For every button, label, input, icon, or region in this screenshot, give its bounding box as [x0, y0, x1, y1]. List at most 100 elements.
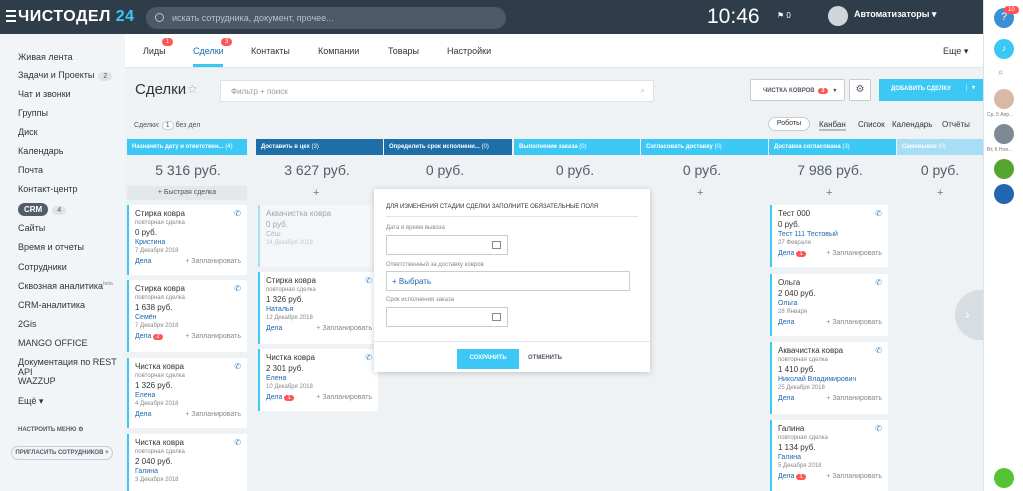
field-label: Ответственный за доставку ковров: [386, 262, 484, 268]
responsible-select[interactable]: + Выбрать: [386, 271, 630, 291]
deadline-input[interactable]: [386, 307, 508, 327]
calendar-icon[interactable]: [492, 313, 501, 321]
column-header[interactable]: Согласовать доставку (0): [641, 139, 768, 155]
tab-companies[interactable]: Компании: [318, 46, 359, 56]
scroll-right-button[interactable]: ›: [955, 290, 983, 340]
avatar[interactable]: [994, 89, 1014, 109]
invite-button[interactable]: ПРИГЛАСИТЬ СОТРУДНИКОВ +: [11, 446, 113, 460]
deal-card[interactable]: ✆ Стирка ковра повторная сделка 1 326 руб…: [258, 272, 378, 344]
main-area: Лиды 1 Сделки 3 Контакты Компании Товары…: [125, 34, 983, 491]
sidebar-item-rest-docs[interactable]: Документация по REST API: [18, 357, 125, 377]
view-reports[interactable]: Отчёты: [942, 120, 970, 129]
logo[interactable]: ЧИСТОДЕЛ 24: [18, 8, 135, 26]
add-deal-plus[interactable]: +: [313, 187, 319, 199]
column-sum: 0 руб.: [555, 162, 595, 178]
phone-icon[interactable]: ✆: [875, 278, 882, 287]
sidebar-item-groups[interactable]: Группы: [18, 108, 48, 118]
view-list[interactable]: Список: [858, 120, 885, 129]
tab-contacts[interactable]: Контакты: [251, 46, 290, 56]
quick-deal-button[interactable]: + Быстрая сделка: [127, 186, 247, 200]
user-menu[interactable]: Автоматизаторы ▾: [828, 6, 936, 26]
avatar[interactable]: [994, 124, 1014, 144]
deal-card[interactable]: ✆ Чистка ковра повторная сделка 1 326 руб…: [127, 358, 247, 428]
column-header[interactable]: Определить срок исполнени... (0): [384, 139, 512, 155]
column-header[interactable]: Выполнение заказа (0): [514, 139, 640, 155]
column-header[interactable]: Доставка согласована (3): [769, 139, 896, 155]
phone-icon[interactable]: ✆: [365, 353, 372, 362]
phone-icon[interactable]: ✆: [875, 346, 882, 355]
sidebar-item-mango[interactable]: MANGO OFFICE: [18, 338, 88, 348]
search-icon[interactable]: ⌕: [998, 67, 1004, 78]
sidebar-item-time[interactable]: Время и отчеты: [18, 242, 84, 252]
sidebar-item-more[interactable]: Ещё ▾: [18, 396, 43, 407]
filter-input[interactable]: Фильтр + поиск ⌕: [220, 80, 654, 102]
tab-more[interactable]: Еще ▾: [943, 46, 968, 57]
sidebar-item-sites[interactable]: Сайты: [18, 223, 45, 233]
sidebar-item-2gis[interactable]: 2Gis: [18, 319, 37, 329]
field-label: Дата и время вывоза: [386, 225, 445, 231]
deal-card[interactable]: ✆ Стирка ковра повторная сделка 1 638 руб…: [127, 280, 247, 352]
bell-icon[interactable]: ♪: [994, 39, 1014, 59]
sidebar-item-calendar[interactable]: Календарь: [18, 146, 63, 156]
menu-icon[interactable]: [6, 10, 16, 22]
add-deal-plus[interactable]: +: [697, 187, 703, 199]
sidebar-item-crm-analytics[interactable]: CRM-аналитика: [18, 300, 85, 310]
sidebar-item-wazzup[interactable]: WAZZUP: [18, 376, 56, 386]
phone-icon[interactable]: ✆: [234, 209, 241, 218]
add-deal-plus[interactable]: +: [937, 187, 943, 199]
cancel-button[interactable]: ОТМЕНИТЬ: [528, 355, 562, 361]
sidebar-item-mail[interactable]: Почта: [18, 165, 43, 175]
phone-icon[interactable]: ✆: [365, 276, 372, 285]
flag-icon[interactable]: ⚑ 0: [777, 11, 791, 20]
add-deal-button[interactable]: ДОБАВИТЬ СДЕЛКУ ▾: [879, 79, 983, 101]
user-icon[interactable]: [994, 184, 1014, 204]
deal-card[interactable]: Аквачистка ковра 0 руб. Сёш 24 Декабря 20…: [258, 205, 378, 267]
sidebar-item-analytics[interactable]: Сквозная аналитикаbeta: [18, 281, 113, 291]
clock[interactable]: 10:46: [707, 5, 760, 29]
save-button[interactable]: СОХРАНИТЬ: [457, 349, 519, 369]
sidebar-item-employees[interactable]: Сотрудники: [18, 262, 67, 272]
phone-icon[interactable]: ✆: [875, 209, 882, 218]
pickup-datetime-input[interactable]: [386, 235, 508, 255]
sidebar-item-contact-center[interactable]: Контакт-центр: [18, 184, 78, 194]
column-sum: 7 986 руб.: [797, 162, 863, 178]
deal-card[interactable]: ✆ Чистка ковра 2 301 руб. Елена 10 Декабр…: [258, 349, 378, 411]
phone-icon[interactable]: ✆: [234, 362, 241, 371]
user-icon[interactable]: [994, 159, 1014, 179]
top-bar: ЧИСТОДЕЛ 24 искать сотрудника, документ,…: [0, 0, 983, 34]
sidebar-item-feed[interactable]: Живая лента: [18, 52, 73, 62]
tab-settings[interactable]: Настройки: [447, 46, 491, 56]
star-icon[interactable]: ☆: [187, 82, 198, 96]
column-header[interactable]: Доставить в цех (3): [256, 139, 383, 155]
category-button[interactable]: ЧИСТКА КОВРОВ 3 ▾: [750, 79, 845, 101]
deal-card[interactable]: ✆ Чистка ковра повторная сделка 2 040 руб…: [127, 434, 247, 491]
deals-badge: 3: [221, 38, 233, 46]
sidebar-item-chat[interactable]: Чат и звонки: [18, 89, 71, 99]
calendar-icon[interactable]: [492, 241, 501, 249]
search-input[interactable]: искать сотрудника, документ, прочее...: [146, 7, 506, 29]
deal-card[interactable]: ✆ Аквачистка ковра повторная сделка 1 410…: [770, 342, 888, 414]
column-header[interactable]: Назначить дату и ответствен... (4): [127, 139, 247, 155]
sidebar-item-disk[interactable]: Диск: [18, 127, 38, 137]
robots-button[interactable]: Роботы: [768, 117, 810, 131]
phone-icon[interactable]: ✆: [875, 424, 882, 433]
view-kanban[interactable]: Канбан: [819, 120, 846, 131]
add-deal-plus[interactable]: +: [826, 187, 832, 199]
sidebar-item-crm[interactable]: CRM 4: [18, 203, 67, 216]
phone-icon[interactable]: ✆: [234, 438, 241, 447]
leads-badge: 1: [162, 38, 174, 46]
menu-settings-button[interactable]: НАСТРОИТЬ МЕНЮ ⚙: [18, 426, 84, 433]
deal-card[interactable]: ✆ Стирка ковра повторная сделка 0 руб. Кри…: [127, 205, 247, 275]
deal-card[interactable]: ✆ Тест 000 0 руб. Тест 111 Тестовый 27 Фе…: [770, 205, 888, 267]
gear-icon[interactable]: ⚙: [849, 79, 871, 101]
sidebar-item-tasks[interactable]: Задачи и Проекты 2: [18, 70, 113, 81]
phone-icon[interactable]: [994, 468, 1014, 488]
phone-icon[interactable]: ✆: [234, 284, 241, 293]
view-calendar[interactable]: Календарь: [892, 120, 932, 129]
tab-deals[interactable]: Сделки: [193, 46, 224, 56]
tab-products[interactable]: Товары: [388, 46, 419, 56]
deal-card[interactable]: ✆ Ольга 2 040 руб. Ольга 28 Января Дела + …: [770, 274, 888, 336]
tab-leads[interactable]: Лиды: [143, 46, 166, 56]
deal-card[interactable]: ✆ Галина повторная сделка 1 134 руб. Галин…: [770, 420, 888, 491]
column-header[interactable]: Самовывоз (0): [897, 139, 983, 155]
